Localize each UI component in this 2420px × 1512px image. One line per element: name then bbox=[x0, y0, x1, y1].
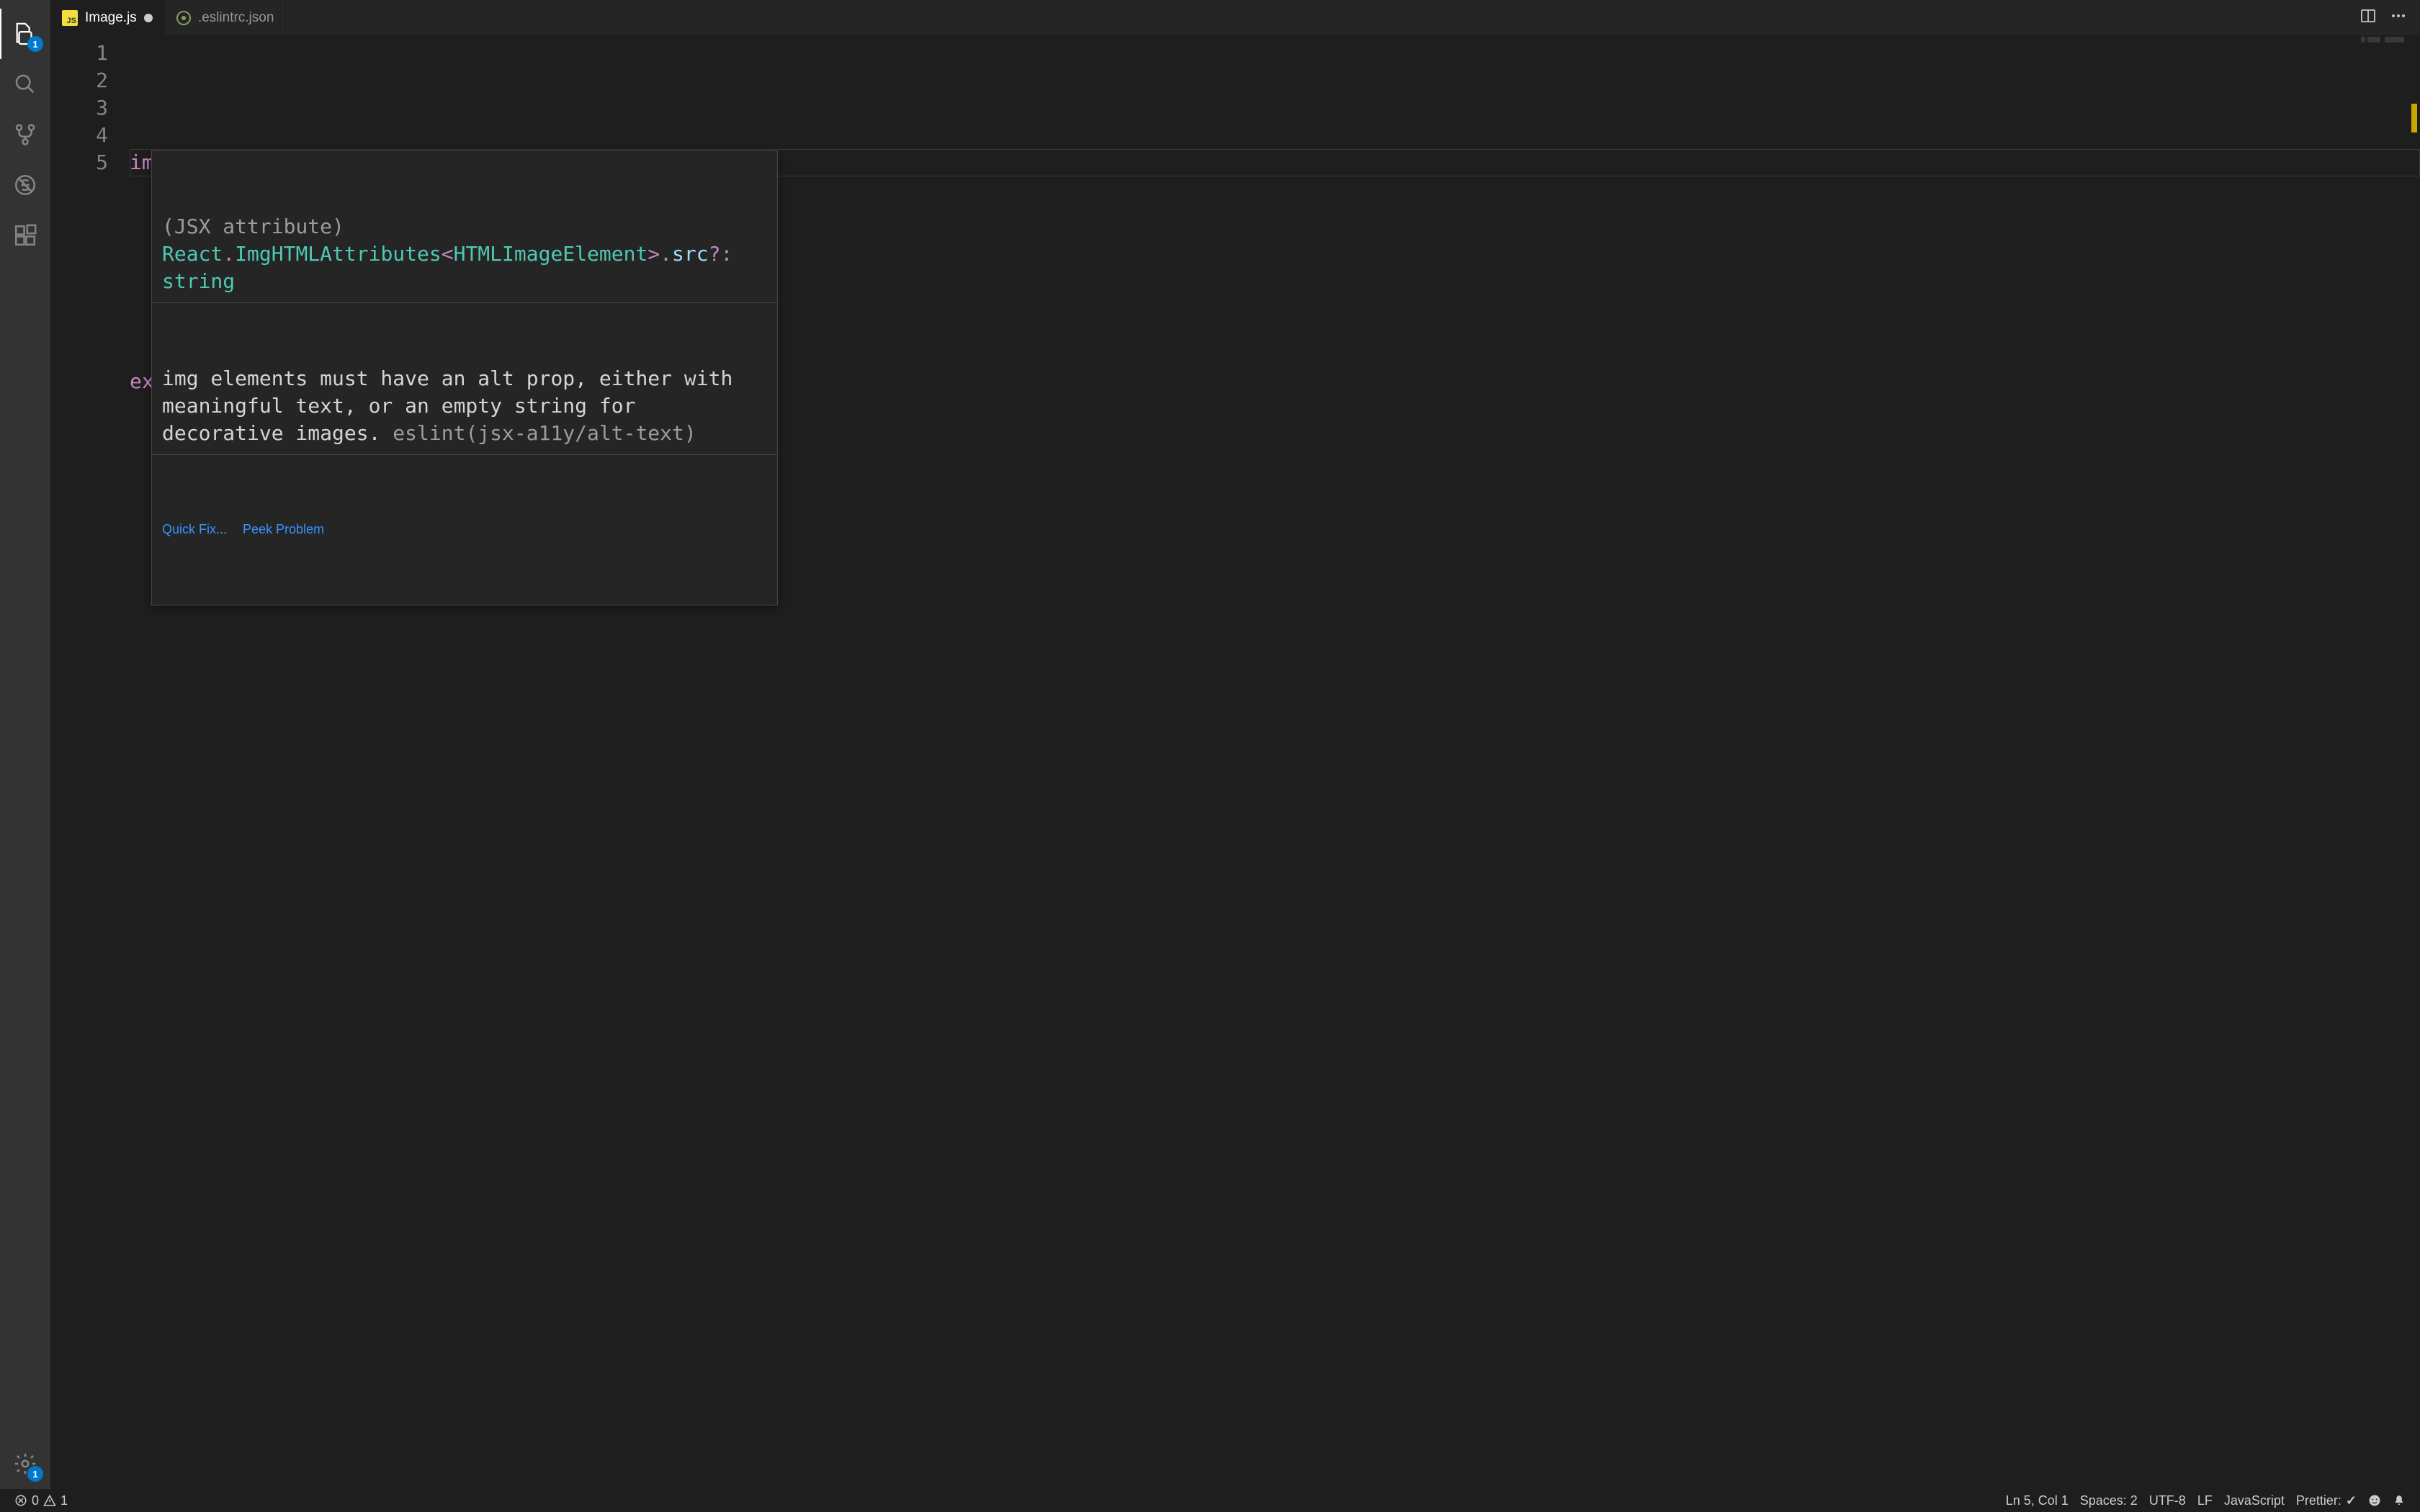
settings-gear-icon[interactable]: 1 bbox=[0, 1439, 50, 1489]
token: HTMLImageElement bbox=[454, 242, 648, 266]
line-number: 2 bbox=[50, 67, 108, 94]
minimap-preview bbox=[2361, 37, 2404, 42]
minimap[interactable] bbox=[2406, 35, 2420, 1489]
check-icon: ✓ bbox=[2346, 1493, 2357, 1508]
more-actions-icon[interactable] bbox=[2390, 7, 2407, 28]
status-bar: 0 1 Ln 5, Col 1 Spaces: 2 UTF-8 LF JavaS… bbox=[0, 1489, 2420, 1512]
json-file-icon bbox=[176, 11, 191, 25]
status-language-mode[interactable]: JavaScript bbox=[2218, 1493, 2290, 1508]
line-number: 3 bbox=[50, 94, 108, 122]
status-indentation[interactable]: Spaces: 2 bbox=[2074, 1493, 2143, 1508]
status-cursor-position[interactable]: Ln 5, Col 1 bbox=[2000, 1493, 2074, 1508]
settings-badge: 1 bbox=[27, 1466, 43, 1482]
hover-tooltip: (JSX attribute) React.ImgHTMLAttributes<… bbox=[151, 150, 778, 606]
peek-problem-link[interactable]: Peek Problem bbox=[243, 516, 324, 543]
token: React bbox=[162, 242, 223, 266]
status-eol[interactable]: LF bbox=[2192, 1493, 2218, 1508]
status-notifications-icon[interactable] bbox=[2387, 1494, 2411, 1507]
tab-label: .eslintrc.json bbox=[198, 10, 274, 26]
hover-actions: Quick Fix... Peek Problem bbox=[152, 510, 777, 550]
warning-count: 1 bbox=[60, 1493, 68, 1508]
minimap-warning-marker[interactable] bbox=[2411, 104, 2417, 132]
line-number-gutter: 1 2 3 4 5 bbox=[50, 35, 130, 1489]
js-file-icon: JS bbox=[62, 10, 78, 26]
lint-source: eslint(jsx-a11y/alt-text) bbox=[393, 421, 696, 445]
dirty-indicator-icon bbox=[144, 14, 153, 22]
code-editor[interactable]: 1 2 3 4 5 import React from 'react'; exp… bbox=[50, 35, 2420, 1489]
hover-lint-message: img elements must have an alt prop, eith… bbox=[152, 358, 777, 455]
status-feedback-icon[interactable] bbox=[2362, 1494, 2387, 1507]
split-editor-icon[interactable] bbox=[2360, 7, 2377, 28]
explorer-icon[interactable]: 1 bbox=[0, 9, 50, 59]
line-number: 1 bbox=[50, 40, 108, 67]
line-number: 4 bbox=[50, 122, 108, 149]
warning-icon bbox=[43, 1494, 56, 1507]
error-icon bbox=[14, 1494, 27, 1507]
extensions-icon[interactable] bbox=[0, 210, 50, 261]
code-body[interactable]: import React from 'react'; export const … bbox=[130, 35, 2420, 1489]
token: (JSX attribute) bbox=[162, 215, 344, 238]
token: ImgHTMLAttributes bbox=[235, 242, 442, 266]
editor-tabs: JS Image.js .eslintrc.json bbox=[50, 0, 2420, 35]
status-problems[interactable]: 0 1 bbox=[9, 1493, 73, 1508]
quick-fix-link[interactable]: Quick Fix... bbox=[162, 516, 227, 543]
status-encoding[interactable]: UTF-8 bbox=[2143, 1493, 2192, 1508]
debug-icon[interactable] bbox=[0, 160, 50, 210]
tab-label: Image.js bbox=[85, 10, 137, 26]
status-prettier[interactable]: Prettier: ✓ bbox=[2290, 1493, 2362, 1508]
activity-bar: 1 1 bbox=[0, 0, 50, 1489]
source-control-icon[interactable] bbox=[0, 109, 50, 160]
editor-area: JS Image.js .eslintrc.json 1 2 bbox=[50, 0, 2420, 1489]
token: ?: bbox=[709, 242, 733, 266]
error-count: 0 bbox=[32, 1493, 39, 1508]
tab-eslintrc-json[interactable]: .eslintrc.json bbox=[165, 0, 287, 35]
token: src bbox=[672, 242, 709, 266]
token: string bbox=[162, 269, 235, 293]
hover-signature: (JSX attribute) React.ImgHTMLAttributes<… bbox=[152, 206, 777, 303]
explorer-badge: 1 bbox=[27, 36, 43, 52]
line-number: 5 bbox=[50, 149, 108, 176]
search-icon[interactable] bbox=[0, 59, 50, 109]
tab-image-js[interactable]: JS Image.js bbox=[50, 0, 165, 35]
